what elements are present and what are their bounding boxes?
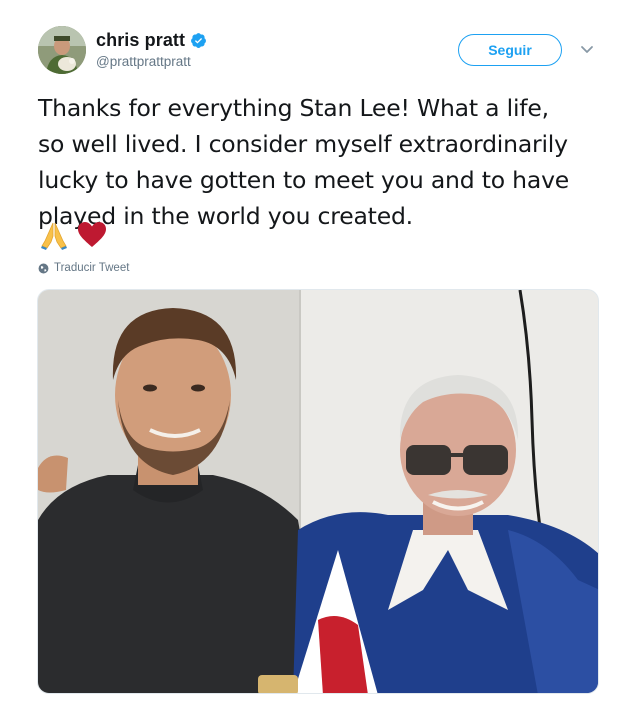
user-handle[interactable]: @prattprattpratt [96, 54, 207, 69]
tweet-photo[interactable] [37, 289, 599, 694]
tweet: chris pratt @prattprattpratt Seguir Than… [0, 0, 636, 704]
emoji-row [38, 218, 114, 252]
verified-badge-icon [190, 32, 207, 49]
translate-tweet-link[interactable]: Traducir Tweet [38, 262, 129, 274]
translate-label: Traducir Tweet [54, 262, 130, 274]
display-name-row: chris pratt [96, 29, 207, 51]
tweet-text: Thanks for everything Stan Lee! What a l… [38, 94, 570, 230]
user-name-block: chris pratt @prattprattpratt [96, 29, 207, 69]
red-heart-emoji-icon [76, 219, 108, 251]
display-name[interactable]: chris pratt [96, 30, 185, 51]
folded-hands-emoji-icon [38, 219, 70, 251]
avatar[interactable] [38, 26, 86, 74]
tweet-header: chris pratt @prattprattpratt Seguir [38, 26, 608, 76]
globe-icon [38, 263, 49, 274]
chevron-down-icon[interactable] [579, 43, 595, 57]
follow-button[interactable]: Seguir [458, 34, 562, 66]
